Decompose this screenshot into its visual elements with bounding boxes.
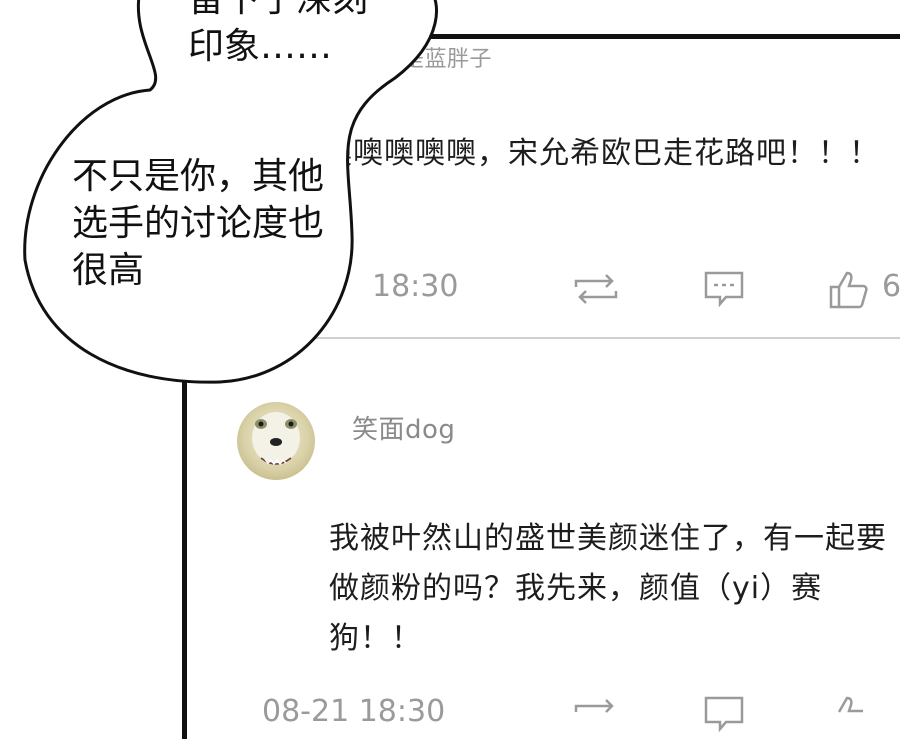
bubble-upper-text: 留下了深刻 印象…… <box>188 0 418 70</box>
repost-icon[interactable] <box>572 269 620 309</box>
like-count: 66 <box>882 269 900 304</box>
comment-meta: 08-21 18:30 <box>187 694 900 734</box>
comment-card: 笑面dog 我被叶然山的盛世美颜迷住了，有一起要做颜粉的吗？我先来，颜值（yi）… <box>187 337 900 749</box>
comment-username[interactable]: 笑面dog <box>352 409 455 446</box>
comment-text: 我被叶然山的盛世美颜迷住了，有一起要做颜粉的吗？我先来，颜值（yi）赛狗！！ <box>329 521 887 656</box>
comment-icon[interactable] <box>702 269 746 309</box>
thumbs-up-icon[interactable] <box>827 269 871 311</box>
repost-icon[interactable] <box>572 694 620 734</box>
comment-icon[interactable] <box>702 694 746 734</box>
bubble-line: 留下了深刻 <box>188 0 418 23</box>
thumbs-up-icon[interactable] <box>827 694 871 736</box>
dog-avatar[interactable] <box>237 402 315 480</box>
bubble-line: 印象…… <box>188 26 333 67</box>
bubble-main-text: 不只是你，其他选手的讨论度也很高 <box>72 156 325 291</box>
comment-time: 08-21 18:30 <box>262 694 446 729</box>
speech-bubble: 留下了深刻 印象…… 不只是你，其他选手的讨论度也很高 <box>0 0 460 395</box>
